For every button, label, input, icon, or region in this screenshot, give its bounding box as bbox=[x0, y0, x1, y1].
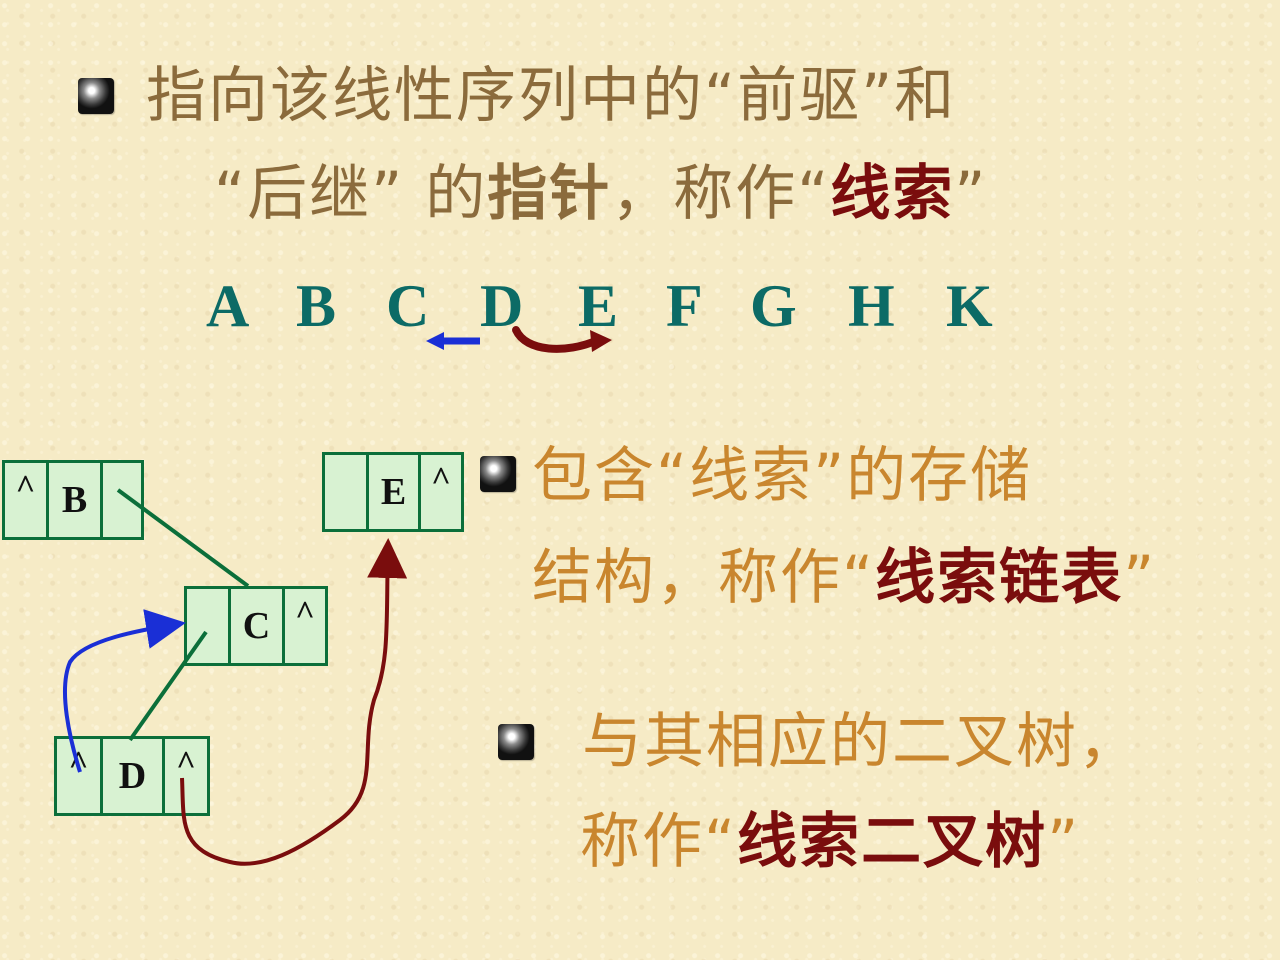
edge-b-c bbox=[116, 488, 250, 588]
predecessor-arrow bbox=[426, 332, 480, 350]
bullet2-line2-text: 结构，称作“ bbox=[532, 543, 876, 613]
edge-c-d bbox=[128, 630, 208, 742]
bullet3-line2: 称作“线索二叉树” bbox=[580, 812, 1080, 872]
bullet3-line1: 与其相应的二叉树， bbox=[582, 707, 1140, 777]
bullet2-line2: 结构，称作“线索链表” bbox=[532, 548, 1156, 608]
bullet-icon bbox=[498, 724, 534, 760]
bullet2-line1: 包含“线索”的存储 bbox=[532, 441, 1033, 511]
bullet3-threaded-tree-term: 线索二叉树 bbox=[737, 807, 1048, 877]
successor-arrow bbox=[512, 326, 612, 353]
bullet3-line2-close: ” bbox=[1047, 807, 1081, 877]
bullet-icon bbox=[480, 456, 516, 492]
bullet2-line2-close: ” bbox=[1123, 543, 1157, 613]
bullet2-thread-list-term: 线索链表 bbox=[875, 543, 1124, 613]
thread-d-to-e bbox=[180, 538, 408, 866]
bullet3-line2-text: 称作“ bbox=[580, 807, 738, 877]
